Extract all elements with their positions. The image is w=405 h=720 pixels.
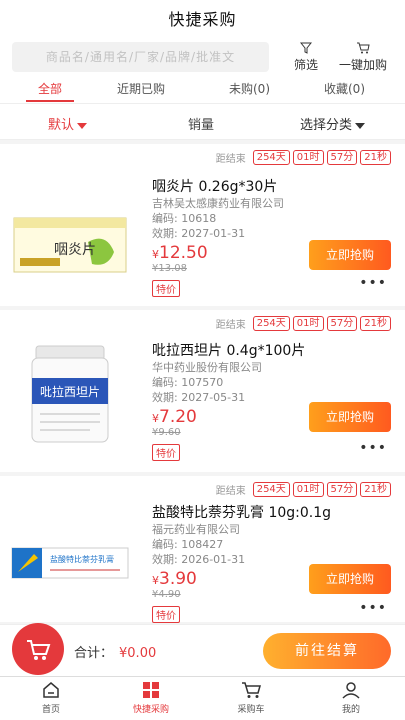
tabbar-home-label: 首页 xyxy=(41,705,60,715)
tabbar-mine[interactable]: 我的 xyxy=(311,681,391,715)
price-value: 7.20 xyxy=(159,407,197,427)
countdown-hours: 01时 xyxy=(292,482,324,497)
product-info: 盐酸特比萘芬乳膏 10g:0.1g 福元药业有限公司 编码: 108427 效期… xyxy=(152,502,392,623)
cart-icon xyxy=(332,42,394,56)
total-amount: ¥0.00 xyxy=(119,646,157,661)
triangle-down-icon xyxy=(355,122,366,129)
countdown-label: 距结束 xyxy=(215,486,246,497)
price-value: 3.90 xyxy=(159,569,197,589)
tab-favorites[interactable]: 收藏(0) xyxy=(324,80,365,97)
sort-bar: 默认 销量 选择分类 xyxy=(0,104,405,140)
cart-button[interactable] xyxy=(12,623,64,675)
triangle-down-icon xyxy=(77,122,88,129)
product-image-text: 吡拉西坦片 xyxy=(40,384,100,399)
countdown: 距结束 254天 01时 57分 21秒 xyxy=(216,482,391,498)
product-image-text: 盐酸特比萘芬乳膏 xyxy=(50,554,114,564)
product-maker: 华中药业股份有限公司 xyxy=(152,361,262,374)
active-tab-indicator xyxy=(26,100,74,102)
search-row: 商品名/通用名/厂家/品牌/批准文 筛选 一键加购 xyxy=(0,38,405,76)
tab-bar: 全部 近期已购 未购(0) 收藏(0) xyxy=(0,76,405,104)
countdown-hours: 01时 xyxy=(292,316,324,331)
category-select[interactable]: 选择分类 xyxy=(300,114,366,133)
more-options-icon[interactable]: ••• xyxy=(359,440,387,456)
price-symbol: ¥ xyxy=(152,412,159,425)
product-name[interactable]: 盐酸特比萘芬乳膏 10g:0.1g xyxy=(152,502,392,522)
product-card[interactable]: 距结束 254天 01时 57分 21秒 吡拉西坦片 吡拉西坦片 0.4g*100片 华… xyxy=(0,310,405,472)
product-code: 编码: 107570 xyxy=(152,376,224,389)
tabbar-home[interactable]: 首页 xyxy=(11,681,91,715)
product-card[interactable]: 距结束 254天 01时 57分 21秒 咽炎片 咽炎片 0.26g*30片 吉林吴太感… xyxy=(0,144,405,306)
buy-now-button[interactable]: 立即抢购 xyxy=(309,402,391,432)
countdown: 距结束 254天 01时 57分 21秒 xyxy=(216,316,391,332)
countdown-hours: 01时 xyxy=(292,150,324,165)
countdown-seconds: 21秒 xyxy=(360,482,391,497)
grid-icon xyxy=(143,682,159,698)
tabbar-cart[interactable]: 采购车 xyxy=(211,681,291,715)
product-expiry: 效期: 2027-01-31 xyxy=(152,227,246,240)
sort-default-label: 默认 xyxy=(48,118,75,133)
product-info: 咽炎片 0.26g*30片 吉林吴太感康药业有限公司 编码: 10618 效期:… xyxy=(152,176,392,297)
bottom-tab-bar: 首页 快捷采购 采购车 我的 xyxy=(0,676,405,720)
countdown-label: 距结束 xyxy=(215,320,246,331)
one-key-add-label: 一键加购 xyxy=(338,58,387,72)
total-summary: 合计： ¥0.00 xyxy=(74,642,156,661)
countdown-label: 距结束 xyxy=(215,154,246,165)
tabbar-quick-purchase-label: 快捷采购 xyxy=(132,705,169,715)
special-price-tag: 特价 xyxy=(152,606,180,623)
funnel-icon xyxy=(290,42,322,56)
countdown-minutes: 57分 xyxy=(326,150,358,165)
user-icon xyxy=(342,682,360,699)
home-icon xyxy=(43,682,59,698)
countdown-days: 254天 xyxy=(252,150,290,165)
product-code: 编码: 108427 xyxy=(152,538,224,551)
tabbar-quick-purchase[interactable]: 快捷采购 xyxy=(111,681,191,715)
sort-default[interactable]: 默认 xyxy=(48,114,88,133)
cart-icon xyxy=(27,640,51,660)
price-symbol: ¥ xyxy=(152,248,159,261)
product-image[interactable]: 咽炎片 xyxy=(10,188,130,298)
tabbar-cart-label: 采购车 xyxy=(237,705,265,715)
tabbar-mine-label: 我的 xyxy=(341,705,360,715)
price-symbol: ¥ xyxy=(152,574,159,587)
countdown-minutes: 57分 xyxy=(326,316,358,331)
total-label: 合计： xyxy=(74,646,114,661)
checkout-bar: 合计： ¥0.00 前往结算 xyxy=(0,623,405,676)
category-label: 选择分类 xyxy=(300,118,353,133)
product-image[interactable]: 吡拉西坦片 xyxy=(10,340,130,450)
countdown-seconds: 21秒 xyxy=(360,150,391,165)
tab-all[interactable]: 全部 xyxy=(38,80,62,97)
product-name[interactable]: 吡拉西坦片 0.4g*100片 xyxy=(152,340,392,360)
price-value: 12.50 xyxy=(159,243,208,263)
product-code: 编码: 10618 xyxy=(152,212,217,225)
countdown-minutes: 57分 xyxy=(326,482,358,497)
cart-icon xyxy=(242,682,261,698)
special-price-tag: 特价 xyxy=(152,444,180,461)
tab-unpurchased[interactable]: 未购(0) xyxy=(229,80,270,97)
product-name[interactable]: 咽炎片 0.26g*30片 xyxy=(152,176,392,196)
product-image-text: 咽炎片 xyxy=(54,242,96,258)
product-card[interactable]: 距结束 254天 01时 57分 21秒 盐酸特比萘芬乳膏 盐酸特比萘芬乳膏 10g:0… xyxy=(0,476,405,623)
countdown-days: 254天 xyxy=(252,316,290,331)
filter-button[interactable]: 筛选 xyxy=(290,42,322,73)
countdown: 距结束 254天 01时 57分 21秒 xyxy=(216,150,391,166)
product-maker: 福元药业有限公司 xyxy=(152,523,240,536)
product-info: 吡拉西坦片 0.4g*100片 华中药业股份有限公司 编码: 107570 效期… xyxy=(152,340,392,461)
one-key-add-button[interactable]: 一键加购 xyxy=(332,42,394,73)
countdown-seconds: 21秒 xyxy=(360,316,391,331)
top-header: 快捷采购 xyxy=(0,0,405,38)
more-options-icon[interactable]: ••• xyxy=(359,275,387,291)
buy-now-button[interactable]: 立即抢购 xyxy=(309,240,391,270)
checkout-button[interactable]: 前往结算 xyxy=(263,633,391,669)
product-image[interactable]: 盐酸特比萘芬乳膏 xyxy=(10,528,130,588)
filter-label: 筛选 xyxy=(293,58,318,72)
page-title: 快捷采购 xyxy=(168,10,237,29)
more-options-icon[interactable]: ••• xyxy=(359,600,387,616)
special-price-tag: 特价 xyxy=(152,280,180,297)
buy-now-button[interactable]: 立即抢购 xyxy=(309,564,391,594)
sort-sales[interactable]: 销量 xyxy=(188,114,214,133)
search-input[interactable]: 商品名/通用名/厂家/品牌/批准文 xyxy=(12,42,269,72)
product-maker: 吉林吴太感康药业有限公司 xyxy=(152,197,284,210)
tab-recent[interactable]: 近期已购 xyxy=(117,80,165,97)
countdown-days: 254天 xyxy=(252,482,290,497)
